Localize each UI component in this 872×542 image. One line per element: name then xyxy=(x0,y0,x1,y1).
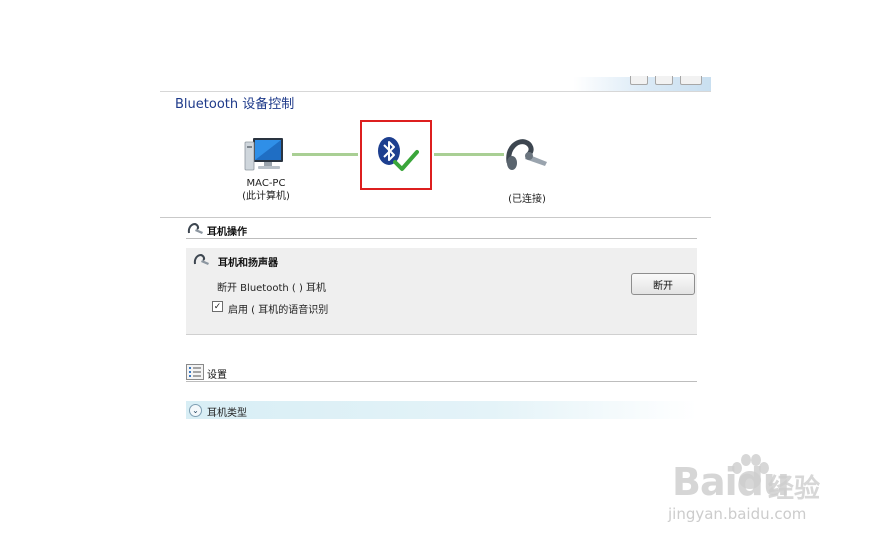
voice-recognition-label: 启用 ( 耳机的语音识别 xyxy=(228,305,329,316)
minimize-button[interactable] xyxy=(630,76,648,85)
headset-icon[interactable] xyxy=(503,136,551,174)
paw-logo-icon xyxy=(732,454,769,489)
computer-name: MAC-PC xyxy=(246,178,286,189)
settings-title: 设置 xyxy=(207,370,227,381)
expand-chevron-icon[interactable]: ⌄ xyxy=(189,404,202,417)
voice-recognition-checkbox[interactable]: ✓ xyxy=(212,301,223,312)
disconnect-button[interactable]: 断开 xyxy=(631,273,695,295)
computer-subtitle: (此计算机) xyxy=(242,191,290,202)
connection-line-right xyxy=(434,153,504,156)
page-title: Bluetooth 设备控制 xyxy=(175,97,295,112)
headset-small-icon xyxy=(193,253,209,265)
settings-list-icon xyxy=(186,364,204,380)
close-button[interactable] xyxy=(680,76,702,85)
window-titlebar xyxy=(160,77,711,91)
headset-type-expander[interactable] xyxy=(186,401,697,419)
headset-ops-title: 耳机操作 xyxy=(207,227,247,238)
panel-title: 耳机和扬声器 xyxy=(218,258,278,269)
diagram-divider xyxy=(160,217,711,218)
headset-ops-divider xyxy=(186,238,697,239)
maximize-button[interactable] xyxy=(655,76,673,85)
device-status: (已连接) xyxy=(508,194,546,205)
settings-divider xyxy=(186,381,697,382)
watermark-brand-cn: 经验 xyxy=(768,474,821,504)
checkmark-icon xyxy=(393,150,419,171)
titlebar-divider xyxy=(160,91,711,92)
headset-type-label: 耳机类型 xyxy=(207,408,247,419)
watermark-url: jingyan.baidu.com xyxy=(668,505,807,523)
disconnect-description: 断开 Bluetooth ( ) 耳机 xyxy=(217,283,327,294)
computer-icon xyxy=(244,138,283,171)
connection-line-left xyxy=(292,153,358,156)
computer-label: MAC-PC (此计算机) xyxy=(232,177,300,203)
headset-small-icon xyxy=(187,222,203,234)
